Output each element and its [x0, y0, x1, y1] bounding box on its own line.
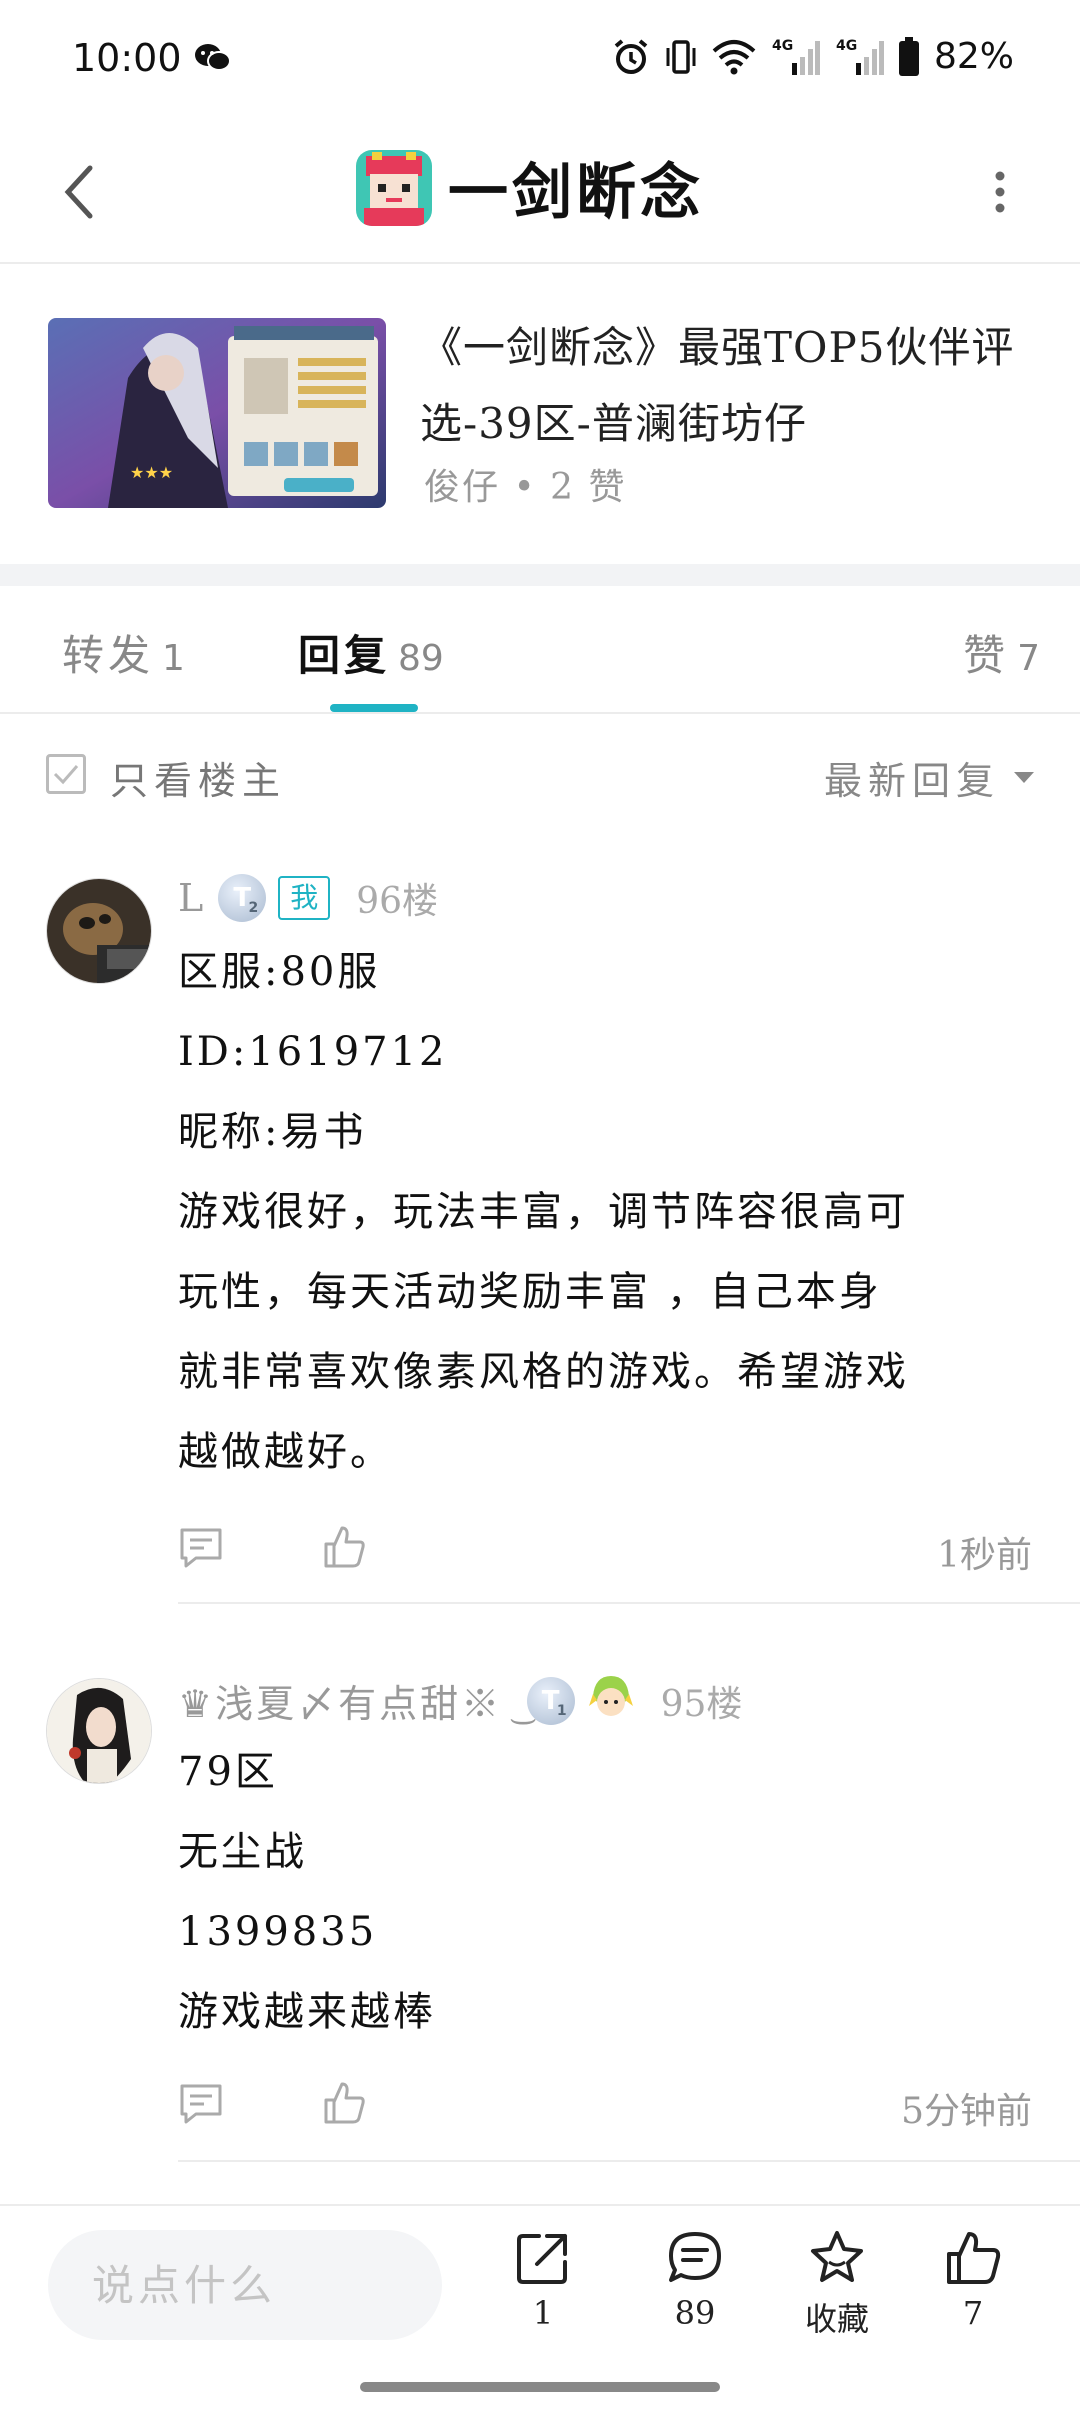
- tab-forward[interactable]: 转发 1: [62, 622, 185, 683]
- level-badge-number: 2: [248, 900, 259, 916]
- reply-icon[interactable]: [178, 2082, 224, 2130]
- tab-replies-count: 89: [398, 638, 444, 679]
- share-button[interactable]: 1: [488, 2228, 598, 2332]
- back-button[interactable]: [40, 152, 120, 232]
- status-bar: 10:00 4G 4G 82%: [0, 0, 1080, 124]
- comment-header: L T2 我 96楼: [178, 872, 438, 924]
- more-options-button[interactable]: [960, 152, 1040, 232]
- comment-line: 游戏越来越棒: [178, 1989, 436, 2035]
- comment-line: 区服:80服: [178, 949, 381, 995]
- article-title-line-1: 《一剑断念》最强TOP5伙伴评: [420, 323, 1015, 372]
- comment-body: 79区 无尘战 1399835 游戏越来越棒: [178, 1732, 1038, 2052]
- comment-line: 越做越好。: [178, 1429, 393, 1475]
- filter-row: 只看楼主 最新回复: [0, 716, 1080, 832]
- more-vertical-icon: [995, 171, 1005, 213]
- like-count: 7: [962, 2294, 984, 2332]
- comment-line: ID:1619712: [178, 1029, 448, 1075]
- bottom-action-bar: 1 89 收藏 7: [0, 2204, 1080, 2368]
- comment-body: 区服:80服 ID:1619712 昵称:易书 游戏很好，玩法丰富，调节阵容很高…: [178, 932, 1038, 1492]
- wechat-icon: [194, 42, 232, 78]
- article-title-line-2: 选-39区-普澜街坊仔: [420, 399, 807, 448]
- wifi-icon: [712, 39, 756, 75]
- favorite-label: 收藏: [804, 2300, 869, 2338]
- only-author-checkbox[interactable]: [46, 754, 86, 794]
- signal-icon-1: 4G: [770, 37, 820, 77]
- svg-text:4G: 4G: [836, 38, 857, 54]
- sort-label: 最新回复: [823, 759, 1000, 803]
- article-card[interactable]: ★★★ 《一剑断念》最强TOP5伙伴评 选-39区-普澜街坊仔 俊仔 • 2 赞: [0, 268, 1080, 564]
- tab-forward-label: 转发: [62, 631, 155, 680]
- avatar[interactable]: [46, 1678, 152, 1784]
- username[interactable]: L: [178, 876, 206, 920]
- page-title: 一剑断念: [448, 158, 704, 228]
- comment-icon: [669, 2232, 721, 2282]
- app-header: 一剑断念: [0, 124, 1080, 264]
- like-icon[interactable]: [322, 1524, 366, 1574]
- article-meta: 俊仔 • 2 赞: [424, 467, 627, 508]
- svg-text:★★★: ★★★: [130, 463, 173, 482]
- vibrate-icon: [664, 38, 698, 76]
- section-divider: [0, 564, 1080, 586]
- reply-count-button[interactable]: 89: [640, 2228, 750, 2332]
- comment-time: 1秒前: [937, 1535, 1032, 1576]
- battery-percent: 82%: [933, 36, 1014, 77]
- tab-replies-label: 回复: [298, 631, 391, 680]
- tab-forward-count: 1: [162, 638, 185, 679]
- sort-dropdown[interactable]: 最新回复: [824, 750, 1034, 805]
- gesture-handle[interactable]: [360, 2382, 720, 2392]
- comment-line: 就非常喜欢像素风格的游戏。希望游戏: [178, 1349, 909, 1395]
- share-count: 1: [532, 2294, 554, 2332]
- check-icon: [53, 765, 79, 785]
- comment-line: 无尘战: [178, 1829, 307, 1875]
- alarm-icon: [612, 38, 650, 76]
- header-title-group: 一剑断念: [356, 144, 704, 231]
- battery-icon: [898, 36, 920, 77]
- reply-count: 89: [674, 2294, 716, 2332]
- comment-actions: 1秒前: [178, 1520, 1038, 1580]
- status-time: 10:00: [72, 36, 182, 80]
- article-title: 《一剑断念》最强TOP5伙伴评 选-39区-普澜街坊仔: [420, 310, 1040, 462]
- tab-likes-label: 赞: [963, 631, 1010, 680]
- comment-line: 79区: [178, 1749, 278, 1795]
- caret-down-icon: [1014, 772, 1034, 783]
- like-icon[interactable]: [322, 2080, 366, 2130]
- reply-input[interactable]: [48, 2230, 442, 2340]
- thumbs-up-icon: [947, 2232, 1001, 2284]
- star-icon: [811, 2231, 863, 2282]
- comment-line: 1399835: [178, 1909, 378, 1955]
- svg-text:4G: 4G: [772, 38, 793, 54]
- level-badge: T2: [218, 874, 267, 922]
- active-tab-indicator: [330, 704, 418, 712]
- comment-divider: [178, 1602, 1080, 1604]
- comment-line: 玩性，每天活动奖励丰富 ，自己本身: [178, 1269, 882, 1315]
- signal-icon-2: 4G: [834, 37, 884, 77]
- reply-icon[interactable]: [178, 1526, 224, 1574]
- favorite-button[interactable]: 收藏: [782, 2228, 892, 2340]
- only-author-label[interactable]: 只看楼主: [110, 750, 286, 805]
- level-badge: T1: [526, 1676, 575, 1725]
- tab-replies[interactable]: 回复 89: [298, 622, 444, 683]
- comment-line: 游戏很好，玩法丰富，调节阵容很高可: [178, 1189, 909, 1235]
- avatar[interactable]: [46, 878, 152, 984]
- tab-likes[interactable]: 赞7: [963, 622, 1040, 683]
- floor-number: 95楼: [660, 1683, 743, 1725]
- tab-bar: 转发 1 回复 89 赞7: [0, 586, 1080, 714]
- chevron-left-icon: [64, 165, 93, 219]
- share-icon: [517, 2234, 567, 2284]
- article-thumbnail: ★★★: [48, 318, 386, 508]
- username[interactable]: ♛浅夏〆有点甜※ ͜: [178, 1673, 515, 1728]
- tab-likes-count: 7: [1017, 638, 1040, 679]
- comment-header: ♛浅夏〆有点甜※ ͜ T1 95楼: [178, 1672, 742, 1729]
- comment-line: 昵称:易书: [178, 1109, 367, 1155]
- character-badge-icon: [587, 1672, 635, 1729]
- floor-number: 96楼: [356, 881, 439, 922]
- me-badge: 我: [278, 876, 331, 920]
- comment-time: 5分钟前: [901, 2091, 1032, 2132]
- status-icons: 4G 4G 82%: [612, 36, 1014, 77]
- comment-divider: [178, 2160, 1080, 2162]
- comment-actions: 5分钟前: [178, 2076, 1038, 2136]
- like-button[interactable]: 7: [918, 2228, 1028, 2332]
- level-badge-number: 1: [556, 1702, 567, 1719]
- game-logo: [356, 149, 432, 226]
